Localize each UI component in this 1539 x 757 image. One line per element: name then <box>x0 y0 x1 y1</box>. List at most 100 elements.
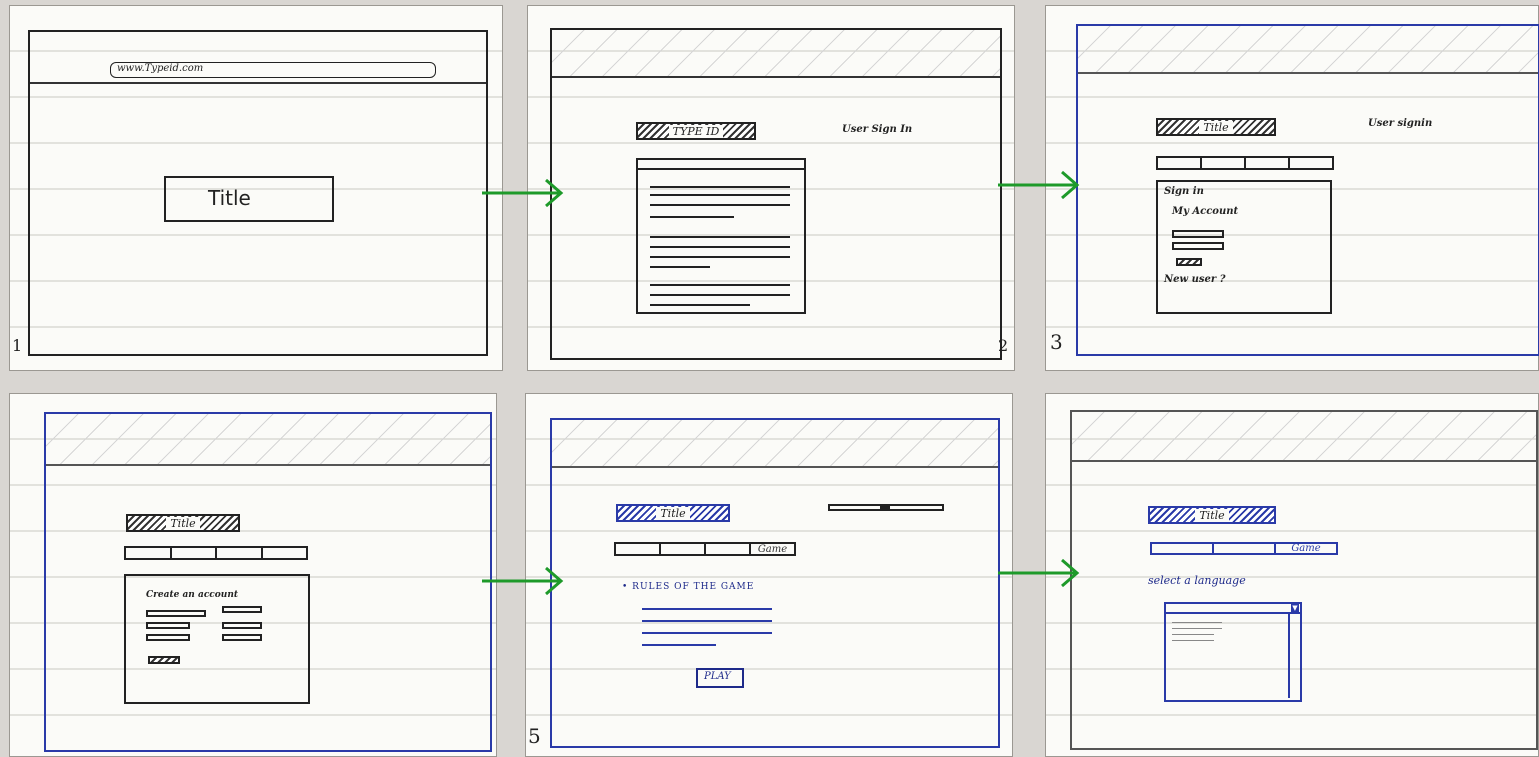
nav-tab[interactable] <box>172 548 217 558</box>
nav-tab[interactable] <box>1158 158 1202 168</box>
play-button-label: PLAY <box>704 671 731 682</box>
create-account-form: Create an account <box>124 574 310 704</box>
sign-in-form: Sign in My Account New user ? <box>1156 180 1332 314</box>
user-sign-in-link[interactable]: User signin <box>1368 118 1432 129</box>
rules-heading: • RULES OF THE GAME <box>622 582 755 592</box>
browser-window: Title Game select a language ▼ <box>1070 410 1538 750</box>
sign-in-button[interactable] <box>1176 258 1202 266</box>
chevron-down-icon[interactable]: ▼ <box>1291 604 1299 612</box>
logo-banner: Title <box>1156 118 1276 136</box>
screen-5-panel: Title Game • RULES OF THE GAME PLAY 5 <box>526 394 1012 756</box>
logo-banner: Title <box>126 514 240 532</box>
form-field[interactable] <box>222 634 262 641</box>
text-line <box>650 246 790 248</box>
nav-tab[interactable] <box>1214 544 1276 553</box>
text-line <box>650 194 790 196</box>
create-account-button[interactable] <box>148 656 180 664</box>
screen-number: 5 <box>528 724 541 748</box>
screen-3-panel: Title User signin Sign in My Account New… <box>1046 6 1539 370</box>
nav-tab[interactable] <box>1202 158 1246 168</box>
browser-top-bar <box>1078 26 1538 74</box>
text-line <box>650 186 790 188</box>
play-button[interactable]: PLAY <box>696 668 744 688</box>
form-field[interactable] <box>146 622 190 629</box>
flow-arrow-5-to-6 <box>998 558 1080 588</box>
text-line <box>650 284 790 286</box>
nav-tab[interactable] <box>217 548 263 558</box>
language-option[interactable] <box>1172 622 1222 623</box>
text-line <box>650 204 790 206</box>
username-field[interactable] <box>1172 230 1224 238</box>
my-account-label: My Account <box>1172 206 1239 217</box>
nav-tabs[interactable]: Game <box>614 542 796 556</box>
browser-top-bar <box>552 30 1000 78</box>
browser-window: www.Typeid.com Title <box>28 30 488 356</box>
browser-window: TYPE ID User Sign In <box>550 28 1002 360</box>
nav-tabs[interactable] <box>1156 156 1334 170</box>
text-line <box>650 304 750 306</box>
nav-tab[interactable] <box>1152 544 1214 553</box>
select-scrollbar[interactable] <box>1288 612 1290 698</box>
select-header-divider <box>1166 612 1300 614</box>
logo-banner: Title <box>1148 506 1276 524</box>
form-field[interactable] <box>222 606 262 613</box>
slider-handle[interactable] <box>880 504 890 510</box>
language-option[interactable] <box>1172 640 1214 641</box>
language-option[interactable] <box>1172 628 1222 629</box>
browser-top-bar <box>46 414 490 466</box>
nav-tab[interactable] <box>661 544 706 554</box>
tab-game[interactable]: Game <box>1276 543 1336 554</box>
text-line <box>650 294 790 296</box>
screen-2-panel: TYPE ID User Sign In 2 <box>528 6 1014 370</box>
browser-window: Title Game • RULES OF THE GAME PLAY <box>550 418 1000 748</box>
nav-tabs[interactable]: Game <box>1150 542 1338 555</box>
select-language-label: select a language <box>1148 574 1246 587</box>
screen-6-panel: Title Game select a language ▼ <box>1046 394 1538 756</box>
sign-in-heading: Sign in <box>1164 186 1204 197</box>
flow-arrow-4-to-5 <box>482 566 564 596</box>
tab-strip <box>638 168 804 170</box>
rules-line <box>642 620 772 622</box>
form-field[interactable] <box>222 622 262 629</box>
content-frame <box>636 158 806 314</box>
text-line <box>650 256 790 258</box>
title-box: Title <box>164 176 334 222</box>
screen-number: 1 <box>12 336 23 355</box>
screen-4-panel: Title Create an account <box>10 394 496 756</box>
screen-number: 2 <box>998 336 1009 355</box>
form-field[interactable] <box>146 610 206 617</box>
text-line <box>650 266 710 268</box>
nav-tabs[interactable] <box>124 546 308 560</box>
logo-text: Title <box>166 516 200 530</box>
nav-tab[interactable] <box>616 544 661 554</box>
create-account-heading: Create an account <box>146 590 239 600</box>
nav-tab[interactable] <box>1246 158 1290 168</box>
browser-window: Title User signin Sign in My Account New… <box>1076 24 1539 356</box>
screen-number: 3 <box>1050 330 1063 354</box>
text-line <box>650 216 734 218</box>
url-bar[interactable]: www.Typeid.com <box>110 62 436 78</box>
flow-arrow-2-to-3 <box>998 170 1080 200</box>
rules-line <box>642 608 772 610</box>
password-field[interactable] <box>1172 242 1224 250</box>
text-line <box>650 236 790 238</box>
nav-tab[interactable] <box>263 548 307 558</box>
logo-text: TYPE ID <box>668 124 724 138</box>
language-option[interactable] <box>1172 634 1214 635</box>
flow-arrow-1-to-2 <box>482 178 564 208</box>
progress-slider[interactable] <box>828 504 944 511</box>
tab-game[interactable]: Game <box>751 544 794 555</box>
nav-tab[interactable] <box>1290 158 1332 168</box>
logo-text: Title <box>1199 120 1233 134</box>
rules-line <box>642 632 772 634</box>
new-user-link[interactable]: New user ? <box>1164 274 1225 285</box>
logo-banner: Title <box>616 504 730 522</box>
language-select[interactable]: ▼ <box>1164 602 1302 702</box>
logo-banner: TYPE ID <box>636 122 756 140</box>
user-sign-in-link[interactable]: User Sign In <box>842 124 912 135</box>
nav-tab[interactable] <box>706 544 751 554</box>
nav-tab[interactable] <box>126 548 172 558</box>
screen-1-panel: www.Typeid.com Title 1 <box>10 6 502 370</box>
browser-top-bar <box>552 420 998 468</box>
form-field[interactable] <box>146 634 190 641</box>
